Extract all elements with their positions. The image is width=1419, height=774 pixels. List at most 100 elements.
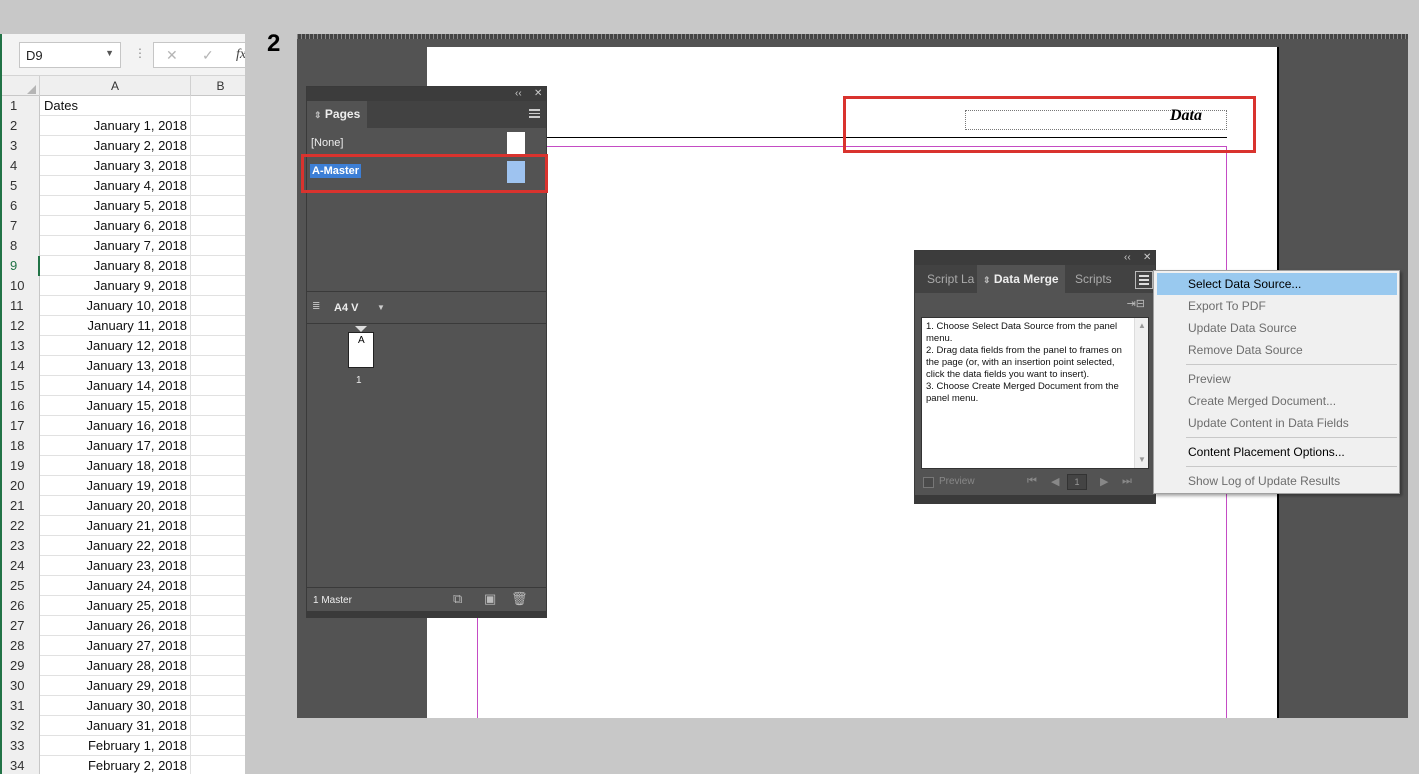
cell-a[interactable]: January 7, 2018 <box>40 236 191 256</box>
menu-item-update-content[interactable]: Update Content in Data Fields <box>1157 412 1397 434</box>
row-header[interactable]: 26 <box>2 596 40 616</box>
panel-title-bar[interactable]: ‹‹ ✕ <box>915 251 1155 265</box>
cell-b[interactable] <box>191 736 245 756</box>
next-record-icon[interactable]: ▶ <box>1100 475 1108 488</box>
row-header[interactable]: 18 <box>2 436 40 456</box>
cell-a[interactable]: January 24, 2018 <box>40 576 191 596</box>
collapse-icon[interactable]: ‹‹ <box>1124 252 1131 263</box>
row-header[interactable]: 32 <box>2 716 40 736</box>
tab-script-label[interactable]: Script La <box>921 265 979 293</box>
master-item-none[interactable]: [None] <box>307 129 546 157</box>
insert-field-icon[interactable]: ⇥⊟ <box>1127 297 1145 310</box>
row-header[interactable]: 1 <box>2 96 40 116</box>
column-header-b[interactable]: B <box>191 76 245 96</box>
collapse-icon[interactable]: ‹‹ <box>515 88 522 99</box>
cell-a[interactable]: January 17, 2018 <box>40 436 191 456</box>
menu-item-remove-data-source[interactable]: Remove Data Source <box>1157 339 1397 361</box>
cell-a[interactable]: January 23, 2018 <box>40 556 191 576</box>
row-header[interactable]: 5 <box>2 176 40 196</box>
cell-a[interactable]: January 1, 2018 <box>40 116 191 136</box>
row-header[interactable]: 11 <box>2 296 40 316</box>
row-header[interactable]: 24 <box>2 556 40 576</box>
edit-page-size-icon[interactable]: ⧉ <box>453 591 462 607</box>
menu-item-export-to-pdf[interactable]: Export To PDF <box>1157 295 1397 317</box>
cell-b[interactable] <box>191 316 245 336</box>
row-header[interactable]: 21 <box>2 496 40 516</box>
cell-a[interactable]: January 15, 2018 <box>40 396 191 416</box>
menu-item-preview[interactable]: Preview <box>1157 368 1397 390</box>
cell-a[interactable]: January 3, 2018 <box>40 156 191 176</box>
preview-checkbox[interactable] <box>923 477 934 488</box>
cell-b[interactable] <box>191 96 245 116</box>
cell-b[interactable] <box>191 136 245 156</box>
close-icon[interactable]: ✕ <box>1143 252 1151 263</box>
cell-a[interactable]: January 28, 2018 <box>40 656 191 676</box>
chevron-down-icon[interactable]: ▼ <box>105 48 114 58</box>
chevron-down-icon[interactable]: ▼ <box>377 303 385 312</box>
master-thumbnail[interactable] <box>507 132 525 154</box>
cell-a[interactable]: February 1, 2018 <box>40 736 191 756</box>
row-header[interactable]: 2 <box>2 116 40 136</box>
cell-b[interactable] <box>191 396 245 416</box>
row-header[interactable]: 13 <box>2 336 40 356</box>
row-header[interactable]: 15 <box>2 376 40 396</box>
panel-menu-icon[interactable] <box>529 109 540 118</box>
panel-menu-icon[interactable] <box>1135 271 1153 289</box>
cell-a[interactable]: January 12, 2018 <box>40 336 191 356</box>
close-icon[interactable]: ✕ <box>534 88 542 99</box>
row-header[interactable]: 34 <box>2 756 40 774</box>
last-record-icon[interactable]: ⏭ <box>1122 475 1132 488</box>
cell-b[interactable] <box>191 636 245 656</box>
cell-b[interactable] <box>191 416 245 436</box>
scroll-up-icon[interactable]: ▲ <box>1138 320 1146 332</box>
row-header[interactable]: 14 <box>2 356 40 376</box>
cell-a[interactable]: January 27, 2018 <box>40 636 191 656</box>
row-header[interactable]: 28 <box>2 636 40 656</box>
cell-a[interactable]: January 16, 2018 <box>40 416 191 436</box>
menu-item-select-data-source[interactable]: Select Data Source... <box>1157 273 1397 295</box>
cell-b[interactable] <box>191 716 245 736</box>
row-header[interactable]: 7 <box>2 216 40 236</box>
cell-a[interactable]: January 4, 2018 <box>40 176 191 196</box>
cell-b[interactable] <box>191 696 245 716</box>
cell-a[interactable]: January 19, 2018 <box>40 476 191 496</box>
cell-b[interactable] <box>191 456 245 476</box>
cell-b[interactable] <box>191 196 245 216</box>
cell-a[interactable]: January 26, 2018 <box>40 616 191 636</box>
cell-a[interactable]: January 29, 2018 <box>40 676 191 696</box>
cell-a[interactable]: January 9, 2018 <box>40 276 191 296</box>
cell-a[interactable]: January 11, 2018 <box>40 316 191 336</box>
row-header[interactable]: 33 <box>2 736 40 756</box>
panel-title-bar[interactable]: ‹‹ ✕ <box>307 87 546 101</box>
cell-b[interactable] <box>191 476 245 496</box>
cell-b[interactable] <box>191 436 245 456</box>
cell-b[interactable] <box>191 236 245 256</box>
cell-a[interactable]: January 18, 2018 <box>40 456 191 476</box>
row-header[interactable]: 10 <box>2 276 40 296</box>
row-header[interactable]: 17 <box>2 416 40 436</box>
row-header[interactable]: 25 <box>2 576 40 596</box>
cell-b[interactable] <box>191 176 245 196</box>
cell-b[interactable] <box>191 516 245 536</box>
cell-a[interactable]: January 8, 2018 <box>40 256 191 276</box>
grip-icon[interactable]: ≣ <box>312 301 320 312</box>
cell-b[interactable] <box>191 356 245 376</box>
cancel-icon[interactable]: ✕ <box>166 47 178 64</box>
cell-a[interactable]: January 14, 2018 <box>40 376 191 396</box>
menu-item-show-log[interactable]: Show Log of Update Results <box>1157 470 1397 492</box>
tab-pages[interactable]: ⇕ Pages <box>307 101 367 128</box>
formula-input[interactable]: ✕ ✓ fx <box>153 42 245 68</box>
cell-b[interactable] <box>191 296 245 316</box>
row-header[interactable]: 19 <box>2 456 40 476</box>
row-header[interactable]: 23 <box>2 536 40 556</box>
page-thumbnail[interactable]: A <box>348 332 374 368</box>
row-header[interactable]: 4 <box>2 156 40 176</box>
resize-grip[interactable] <box>915 495 1155 503</box>
select-all-corner[interactable] <box>2 76 40 96</box>
cell-a[interactable]: January 6, 2018 <box>40 216 191 236</box>
record-number-field[interactable]: 1 <box>1067 474 1087 490</box>
row-header[interactable]: 9 <box>2 256 40 276</box>
trash-icon[interactable]: 🗑 <box>511 591 528 607</box>
row-header[interactable]: 27 <box>2 616 40 636</box>
row-header[interactable]: 22 <box>2 516 40 536</box>
